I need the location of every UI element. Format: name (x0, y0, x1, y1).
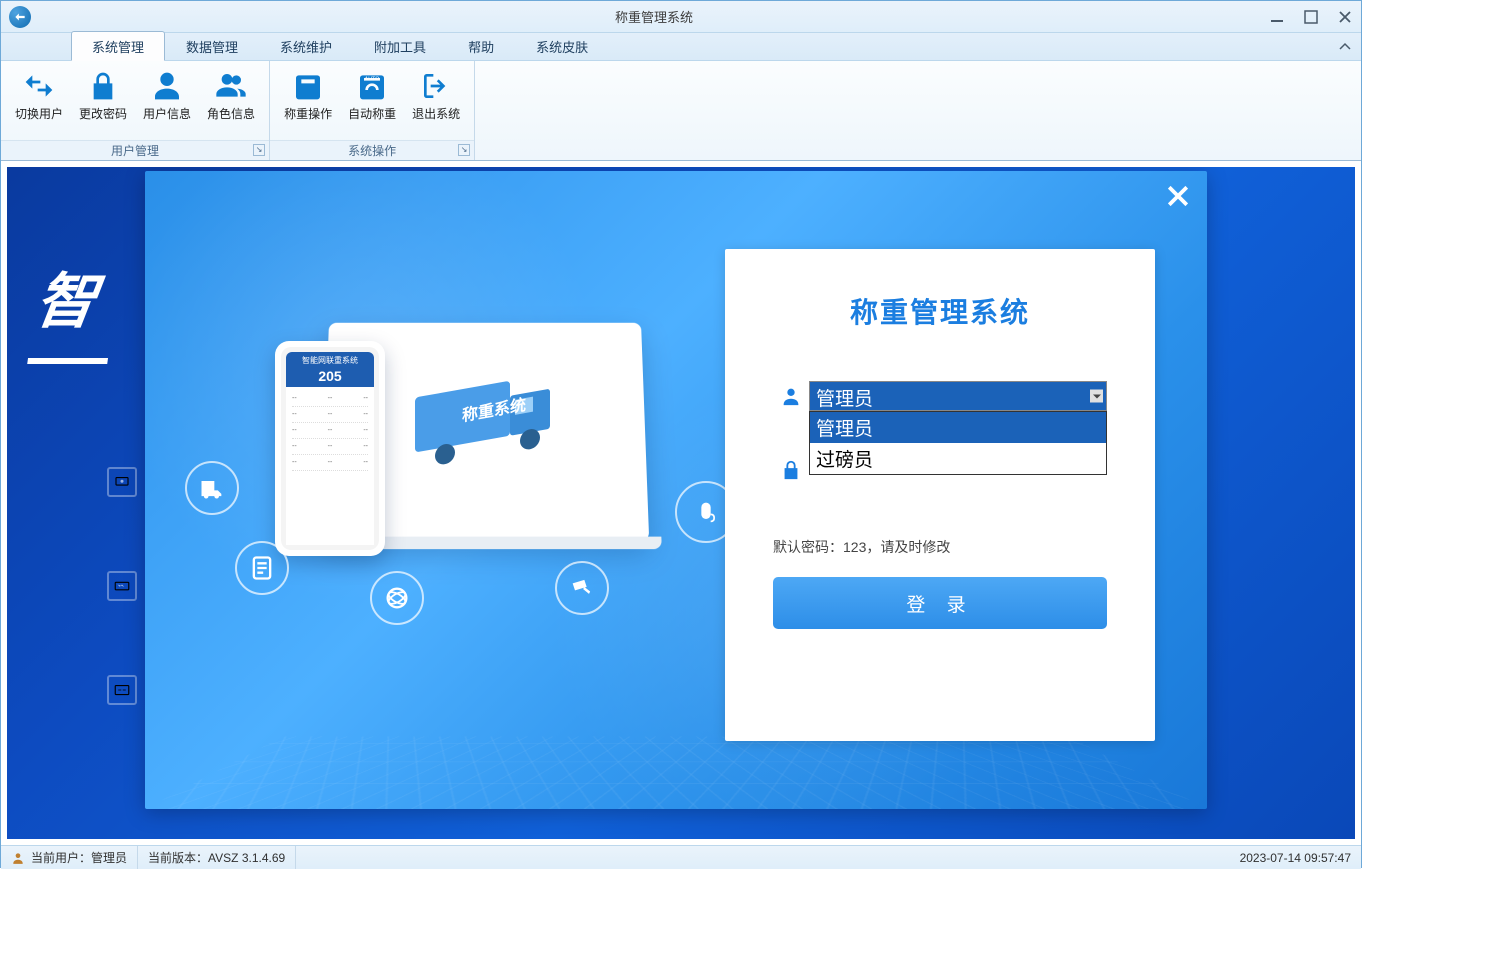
minimize-button[interactable] (1269, 9, 1285, 25)
titlebar: 称重管理系统 (1, 1, 1361, 33)
login-dialog: 称重系统 智能网联重系统205 ------ ------ ------ ---… (145, 171, 1207, 809)
dropdown-arrow-icon[interactable] (1090, 390, 1103, 403)
dropdown-option-operator[interactable]: 过磅员 (810, 443, 1106, 474)
svg-text:AUTO: AUTO (365, 77, 380, 83)
auto-weigh-icon: AUTO (355, 69, 389, 103)
switch-user-button[interactable]: 切换用户 (7, 65, 71, 140)
side-icon-2 (107, 571, 137, 601)
exit-label: 退出系统 (412, 105, 460, 122)
orbit-clipboard-icon (235, 541, 289, 595)
auto-weigh-label: 自动称重 (348, 105, 396, 122)
tab-addon-tools[interactable]: 附加工具 (353, 31, 447, 60)
tab-system-maintain[interactable]: 系统维护 (259, 31, 353, 60)
side-icon-3 (107, 675, 137, 705)
auto-weigh-button[interactable]: AUTO 自动称重 (340, 65, 404, 140)
status-user-label: 当前用户： (31, 849, 91, 866)
ribbon-expand-icon[interactable] (1337, 39, 1353, 55)
ribbon-group-user-manage: 切换用户 更改密码 用户信息 角色信息 用户管理↘ (1, 61, 270, 160)
exit-icon (419, 69, 453, 103)
background-heading: 智 (27, 253, 123, 364)
tab-help[interactable]: 帮助 (447, 31, 515, 60)
lock-icon (86, 69, 120, 103)
weigh-label: 称重操作 (284, 105, 332, 122)
hex-ground-decoration (145, 737, 1207, 809)
ribbon-group-system-op: 称重操作 AUTO 自动称重 退出系统 系统操作↘ (270, 61, 475, 160)
ribbon-group-label-user: 用户管理↘ (1, 140, 269, 160)
role-info-button[interactable]: 角色信息 (199, 65, 263, 140)
tab-skin[interactable]: 系统皮肤 (515, 31, 609, 60)
status-user-value: 管理员 (91, 849, 127, 866)
ribbon-group-label-system: 系统操作↘ (270, 140, 474, 160)
ribbon: 切换用户 更改密码 用户信息 角色信息 用户管理↘ (1, 61, 1361, 161)
weigh-icon (291, 69, 325, 103)
role-icon (214, 69, 248, 103)
login-hint: 默认密码：123，请及时修改 (773, 537, 1107, 557)
user-info-button[interactable]: 用户信息 (135, 65, 199, 140)
orbit-globe-icon (370, 571, 424, 625)
user-info-label: 用户信息 (143, 105, 191, 122)
user-icon (150, 69, 184, 103)
tab-system-manage[interactable]: 系统管理 (71, 31, 165, 61)
app-logo-icon (9, 6, 31, 28)
user-field-icon (773, 385, 809, 407)
status-user-icon (11, 851, 25, 865)
status-datetime: 2023-07-14 09:57:47 (1230, 846, 1361, 869)
orbit-camera-icon (555, 561, 609, 615)
side-icon-1 (107, 467, 137, 497)
username-value: 管理员 (816, 389, 873, 410)
switch-user-label: 切换用户 (15, 105, 63, 122)
weigh-button[interactable]: 称重操作 (276, 65, 340, 140)
login-panel: 称重管理系统 管理员 管理员 过磅员 (725, 249, 1155, 741)
background-side-icons (107, 467, 137, 705)
orbit-icons (185, 461, 745, 661)
content-area: 智 称重系统 智能网联重系 (1, 161, 1361, 845)
status-version-value: AVSZ 3.1.4.69 (208, 851, 285, 865)
tab-data-manage[interactable]: 数据管理 (165, 31, 259, 60)
username-dropdown: 管理员 过磅员 (809, 411, 1107, 475)
status-version: 当前版本： AVSZ 3.1.4.69 (138, 846, 296, 869)
change-password-button[interactable]: 更改密码 (71, 65, 135, 140)
window-title: 称重管理系统 (39, 7, 1269, 26)
username-field: 管理员 管理员 过磅员 (773, 381, 1107, 411)
maximize-button[interactable] (1303, 9, 1319, 25)
dropdown-option-admin[interactable]: 管理员 (810, 412, 1106, 443)
close-button[interactable] (1337, 9, 1353, 25)
lock-field-icon (773, 459, 809, 481)
dialog-close-button[interactable] (1163, 181, 1193, 211)
group-launcher-icon[interactable]: ↘ (253, 144, 265, 156)
status-version-label: 当前版本： (148, 849, 208, 866)
role-info-label: 角色信息 (207, 105, 255, 122)
orbit-truck-icon (185, 461, 239, 515)
statusbar: 当前用户： 管理员 当前版本： AVSZ 3.1.4.69 2023-07-14… (1, 845, 1361, 869)
background-panel: 智 称重系统 智能网联重系 (7, 167, 1355, 839)
change-password-label: 更改密码 (79, 105, 127, 122)
switch-user-icon (22, 69, 56, 103)
login-button[interactable]: 登 录 (773, 577, 1107, 629)
group-launcher-icon[interactable]: ↘ (458, 144, 470, 156)
status-user: 当前用户： 管理员 (1, 846, 138, 869)
exit-button[interactable]: 退出系统 (404, 65, 468, 140)
app-window: 称重管理系统 系统管理 数据管理 系统维护 附加工具 帮助 系统皮肤 切换用户 (0, 0, 1362, 868)
username-select[interactable]: 管理员 (809, 381, 1107, 411)
login-title: 称重管理系统 (773, 291, 1107, 331)
ribbon-tabstrip: 系统管理 数据管理 系统维护 附加工具 帮助 系统皮肤 (1, 33, 1361, 61)
